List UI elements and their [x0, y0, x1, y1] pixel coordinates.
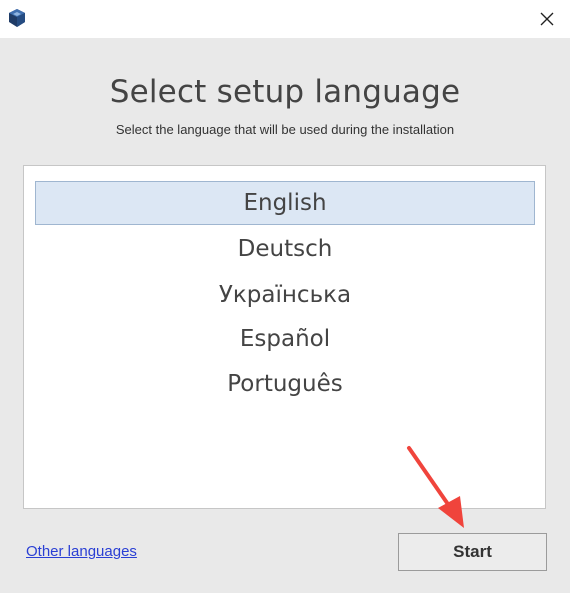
start-button[interactable]: Start [398, 533, 547, 571]
language-item-ukrainian[interactable]: Українська [35, 273, 535, 317]
language-item-spanish[interactable]: Español [35, 317, 535, 361]
red-arrow-annotation [407, 446, 464, 528]
other-languages-link[interactable]: Other languages [26, 543, 137, 560]
close-button[interactable] [524, 0, 570, 38]
page-title: Select setup language [109, 74, 461, 110]
close-icon [540, 12, 554, 26]
title-bar [0, 0, 570, 38]
language-item-deutsch[interactable]: Deutsch [35, 227, 535, 271]
app-cube-icon [7, 8, 27, 28]
page-subtitle: Select the language that will be used du… [115, 122, 455, 137]
language-item-english[interactable]: English [35, 181, 535, 225]
language-item-portuguese[interactable]: Português [35, 362, 535, 406]
